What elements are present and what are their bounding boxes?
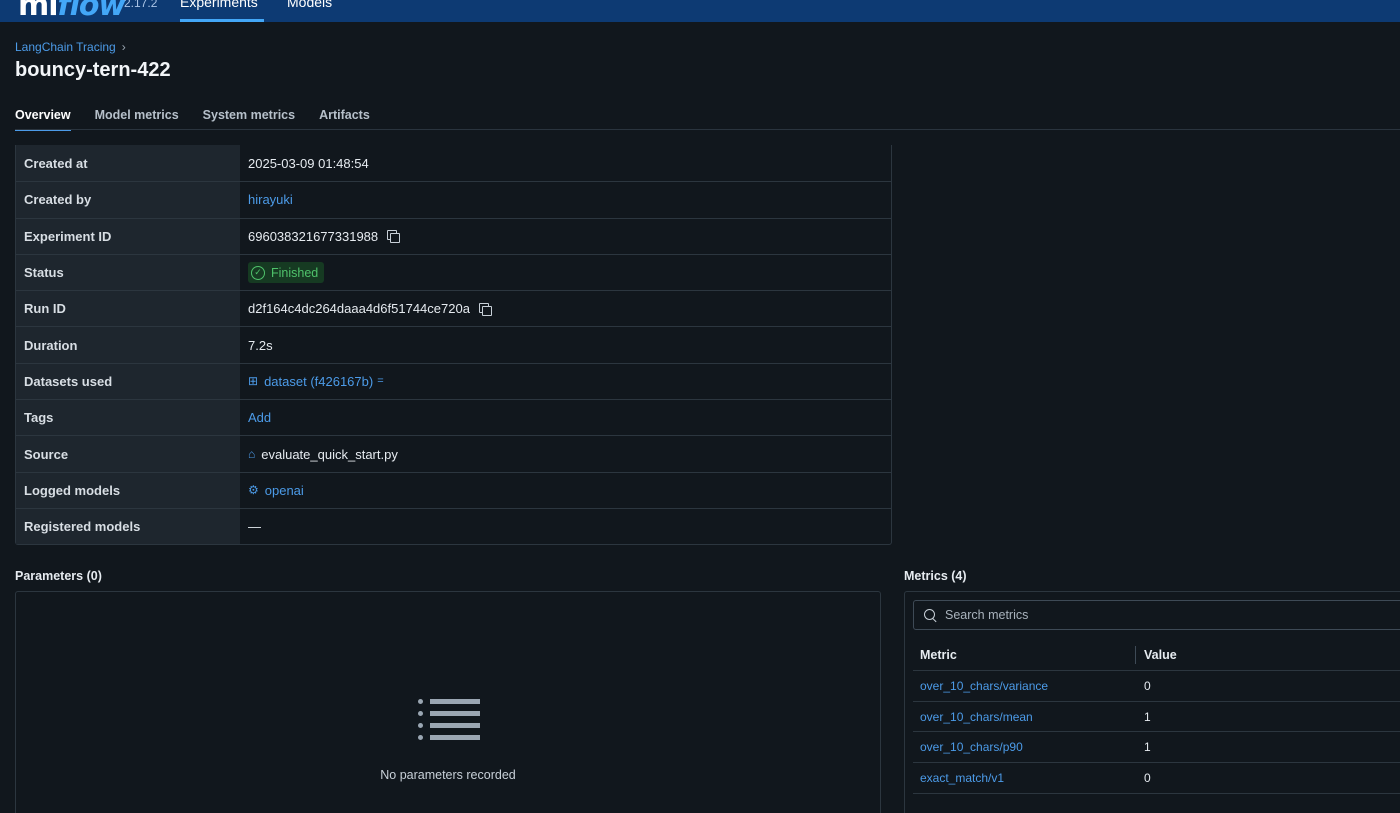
- run-id-value: d2f164c4dc264daaa4d6f51744ce720a: [248, 301, 470, 317]
- tab-overview[interactable]: Overview: [15, 108, 71, 131]
- details-row-tags: Tags Add: [16, 399, 891, 436]
- run-tabs: Overview Model metrics System metrics Ar…: [15, 108, 370, 131]
- empty-state-text: No parameters recorded: [380, 768, 516, 782]
- details-label: Experiment ID: [16, 218, 240, 254]
- model-icon: ⚙: [248, 483, 259, 498]
- registered-models-value: —: [248, 519, 261, 535]
- created-by-link[interactable]: hirayuki: [248, 192, 293, 207]
- run-details-table: Created at 2025-03-09 01:48:54 Created b…: [15, 145, 892, 546]
- column-header-metric[interactable]: Metric: [913, 648, 1135, 662]
- breadcrumb-experiment-link[interactable]: LangChain Tracing: [15, 40, 116, 54]
- details-label: Logged models: [16, 472, 240, 508]
- nav-models[interactable]: Models: [287, 0, 332, 10]
- details-row-status: Status ✓ Finished: [16, 253, 891, 291]
- created-at-value: 2025-03-09 01:48:54: [248, 155, 369, 171]
- list-icon: [418, 697, 480, 745]
- metric-value: 1: [1144, 740, 1151, 755]
- details-row-registered-models: Registered models —: [16, 507, 891, 545]
- metrics-table: Metric Value over_10_chars/variance 0 ov…: [913, 640, 1400, 794]
- details-row-created-at: Created at 2025-03-09 01:48:54: [16, 145, 891, 182]
- details-row-duration: Duration 7.2s: [16, 326, 891, 363]
- details-label: Run ID: [16, 291, 240, 327]
- table-row: over_10_chars/mean 1: [913, 702, 1400, 733]
- copy-icon[interactable]: [478, 302, 492, 316]
- source-value[interactable]: evaluate_quick_start.py: [261, 447, 398, 462]
- tab-artifacts[interactable]: Artifacts: [319, 108, 370, 130]
- table-row: over_10_chars/p90 1: [913, 732, 1400, 764]
- duration-value: 7.2s: [248, 337, 273, 353]
- details-label: Created at: [16, 145, 240, 182]
- logo-suffix: flow: [57, 0, 127, 23]
- metric-name-link[interactable]: over_10_chars/variance: [913, 679, 1135, 693]
- copy-icon[interactable]: [387, 230, 401, 244]
- details-label: Tags: [16, 400, 240, 436]
- version-label: 2.17.2: [124, 0, 158, 10]
- metric-value: 0: [1144, 770, 1151, 785]
- tabs-divider: [15, 129, 1400, 130]
- top-navigation-bar: mlflow 2.17.2 Experiments Models: [0, 0, 1400, 23]
- metrics-table-header: Metric Value: [913, 640, 1400, 671]
- details-row-created-by: Created by hirayuki: [16, 181, 891, 218]
- metrics-search-input[interactable]: [945, 608, 1400, 622]
- details-row-experiment-id: Experiment ID 696038321677331988: [16, 217, 891, 254]
- page-title: bouncy-tern-422: [15, 59, 171, 81]
- metric-name-link[interactable]: over_10_chars/p90: [913, 740, 1135, 754]
- breadcrumb: LangChain Tracing ›: [15, 40, 126, 54]
- metric-value: 0: [1144, 678, 1151, 693]
- metrics-panel: Metric Value over_10_chars/variance 0 ov…: [904, 591, 1400, 813]
- parameters-title: Parameters (0): [15, 569, 102, 583]
- metrics-search-box[interactable]: [913, 600, 1400, 630]
- table-row: exact_match/v1 0: [913, 763, 1400, 794]
- check-circle-icon: ✓: [251, 265, 265, 280]
- details-label: Source: [16, 436, 240, 472]
- tab-model-metrics[interactable]: Model metrics: [95, 108, 179, 130]
- logged-model-link[interactable]: openai: [265, 483, 304, 498]
- tab-system-metrics[interactable]: System metrics: [203, 108, 295, 130]
- mlflow-logo[interactable]: mlflow: [18, 0, 127, 23]
- status-text: Finished: [271, 265, 319, 280]
- column-header-value[interactable]: Value: [1135, 646, 1400, 664]
- breadcrumb-separator: ›: [121, 40, 126, 54]
- expand-icon[interactable]: =: [377, 375, 383, 387]
- dataset-link[interactable]: dataset (f426167b): [264, 374, 373, 389]
- metric-name-link[interactable]: exact_match/v1: [913, 771, 1135, 785]
- status-badge: ✓ Finished: [248, 262, 325, 284]
- details-label: Registered models: [16, 508, 240, 545]
- details-row-datasets-used: Datasets used ⊞ dataset (f426167b) =: [16, 362, 891, 400]
- active-nav-indicator: [180, 19, 264, 22]
- logo-prefix: ml: [18, 0, 59, 23]
- search-icon: [924, 608, 937, 622]
- table-icon: ⊞: [248, 374, 259, 389]
- details-row-source: Source ⌂ evaluate_quick_start.py: [16, 435, 891, 472]
- parameters-panel: No parameters recorded: [15, 591, 881, 813]
- details-row-logged-models: Logged models ⚙ openai: [16, 471, 891, 508]
- details-row-run-id: Run ID d2f164c4dc264daaa4d6f51744ce720a: [16, 290, 891, 327]
- nav-experiments[interactable]: Experiments: [180, 0, 258, 10]
- metric-name-link[interactable]: over_10_chars/mean: [913, 710, 1135, 724]
- metrics-title: Metrics (4): [904, 569, 967, 583]
- metric-value: 1: [1144, 709, 1151, 724]
- details-label: Duration: [16, 327, 240, 363]
- home-icon: ⌂: [248, 447, 256, 462]
- details-label: Status: [16, 254, 240, 291]
- experiment-id-value: 696038321677331988: [248, 228, 379, 244]
- table-row: over_10_chars/variance 0: [913, 671, 1400, 702]
- details-label: Datasets used: [16, 363, 240, 400]
- add-tag-link[interactable]: Add: [248, 410, 271, 425]
- details-label: Created by: [16, 182, 240, 218]
